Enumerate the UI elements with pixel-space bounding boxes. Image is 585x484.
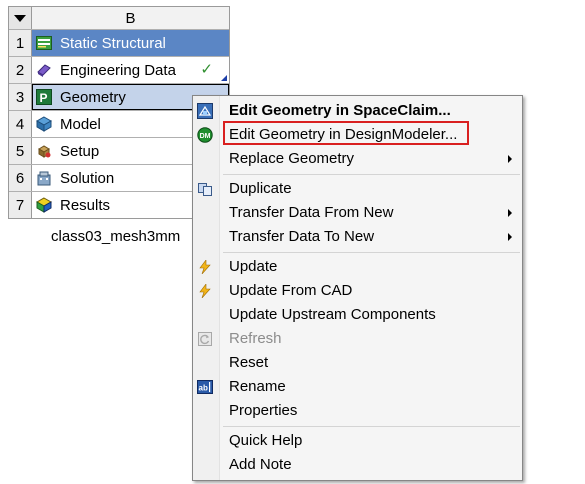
submenu-arrow-icon (508, 155, 512, 163)
spaceclaim-icon (197, 103, 213, 119)
row-number: 5 (9, 138, 32, 164)
system-header: B (9, 7, 229, 29)
menu-item-label: Quick Help (229, 432, 303, 449)
lightning-icon (197, 259, 213, 275)
menu-item-label: Add Note (229, 456, 292, 473)
menu-item-update-from-cad[interactable]: Update From CAD (193, 279, 522, 303)
svg-text:ab: ab (199, 384, 208, 393)
svg-text:DM: DM (200, 133, 211, 140)
menu-item-transfer-from-new[interactable]: Transfer Data From New (193, 201, 522, 225)
system-menu-arrow[interactable] (9, 7, 32, 29)
menu-item-update-upstream[interactable]: Update Upstream Components (193, 303, 522, 327)
menu-separator (223, 252, 520, 253)
cell-row-static-structural[interactable]: 1 Static Structural (9, 29, 229, 56)
column-letter: B (32, 7, 229, 29)
row-number: 7 (9, 192, 32, 218)
designmodeler-icon: DM (197, 127, 213, 143)
submenu-arrow-icon (508, 233, 512, 241)
cell-label: Results (60, 196, 111, 214)
menu-item-edit-spaceclaim[interactable]: Edit Geometry in SpaceClaim... (193, 99, 522, 123)
menu-item-label: Edit Geometry in DesignModeler... (229, 126, 458, 143)
up-to-date-check-icon: ✓ (200, 61, 213, 78)
static-structural-icon (36, 35, 52, 51)
lightning-icon (197, 283, 213, 299)
cell-row-engineering-data[interactable]: 2 Engineering Data ✓ (9, 56, 229, 83)
results-icon (36, 197, 52, 213)
system-name-label[interactable]: class03_mesh3mm (51, 228, 180, 245)
rename-icon: ab (197, 379, 213, 395)
menu-item-label: Duplicate (229, 180, 292, 197)
cell-label: Model (60, 115, 101, 133)
context-menu: Edit Geometry in SpaceClaim... DM Edit G… (192, 95, 523, 481)
row-number: 4 (9, 111, 32, 137)
menu-item-label: Replace Geometry (229, 150, 355, 167)
menu-item-update[interactable]: Update (193, 255, 522, 279)
triangle-down-icon (14, 14, 26, 22)
menu-item-replace-geometry[interactable]: Replace Geometry (193, 147, 522, 171)
cell-static-structural[interactable]: Static Structural (32, 30, 229, 56)
row-number: 3 (9, 84, 32, 110)
refresh-icon (197, 331, 213, 347)
menu-item-add-note[interactable]: Add Note (193, 453, 522, 477)
menu-separator (223, 426, 520, 427)
solution-icon (36, 170, 52, 186)
menu-item-label: Update From CAD (229, 282, 353, 299)
duplicate-icon (197, 181, 213, 197)
menu-separator (223, 174, 520, 175)
menu-item-label: Transfer Data To New (229, 228, 375, 245)
menu-item-label: Update (229, 258, 278, 275)
menu-item-transfer-to-new[interactable]: Transfer Data To New (193, 225, 522, 249)
menu-item-label: Reset (229, 354, 269, 371)
row-number: 6 (9, 165, 32, 191)
menu-item-label: Transfer Data From New (229, 204, 394, 221)
row-number: 2 (9, 57, 32, 83)
svg-text:P: P (40, 91, 48, 105)
cell-label: Geometry (60, 88, 126, 106)
menu-item-label: Rename (229, 378, 286, 395)
row-number: 1 (9, 30, 32, 56)
setup-icon (36, 143, 52, 159)
geometry-icon: P (36, 89, 52, 105)
cell-label: Solution (60, 169, 115, 187)
menu-item-label: Properties (229, 402, 298, 419)
menu-item-properties[interactable]: Properties (193, 399, 522, 423)
menu-item-label: Update Upstream Components (229, 306, 436, 323)
submenu-arrow-icon (508, 209, 512, 217)
cell-label: Engineering Data (60, 61, 176, 79)
engineering-data-icon (36, 62, 52, 78)
cell-engineering-data[interactable]: Engineering Data ✓ (32, 57, 229, 83)
menu-item-label: Edit Geometry in SpaceClaim... (229, 102, 451, 119)
menu-item-refresh: Refresh (193, 327, 522, 351)
menu-item-rename[interactable]: ab Rename (193, 375, 522, 399)
menu-item-reset[interactable]: Reset (193, 351, 522, 375)
menu-item-label: Refresh (229, 330, 282, 347)
cell-label: Static Structural (60, 34, 166, 52)
menu-item-edit-designmodeler[interactable]: DM Edit Geometry in DesignModeler... (193, 123, 522, 147)
menu-item-quick-help[interactable]: Quick Help (193, 429, 522, 453)
cell-label: Setup (60, 142, 100, 160)
menu-item-duplicate[interactable]: Duplicate (193, 177, 522, 201)
status-corner-marker (221, 75, 227, 81)
model-icon (36, 116, 52, 132)
